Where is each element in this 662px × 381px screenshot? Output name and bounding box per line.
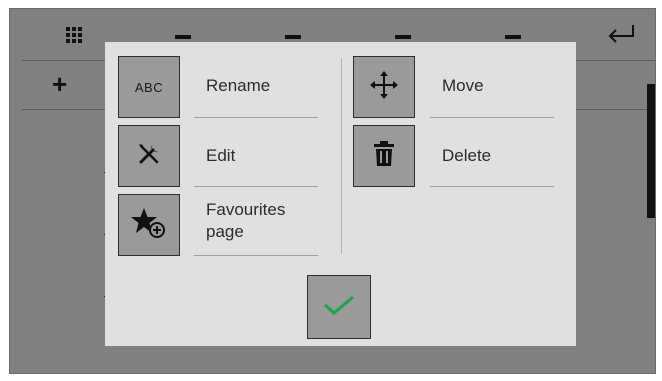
trash-icon xyxy=(373,140,395,172)
column-divider xyxy=(341,58,342,254)
favourites-page-button[interactable] xyxy=(118,194,180,256)
confirm-button[interactable] xyxy=(307,275,371,339)
edit-underline xyxy=(194,186,318,187)
rename-button[interactable]: ABC xyxy=(118,56,180,118)
scrollbar[interactable] xyxy=(647,84,655,218)
checkmark-icon xyxy=(322,293,356,322)
rename-underline xyxy=(194,117,318,118)
screen: + ABC Rename Edit Favourites page Move D… xyxy=(0,0,662,381)
delete-button[interactable] xyxy=(353,125,415,187)
grid-icon[interactable] xyxy=(66,27,82,43)
edit-button[interactable] xyxy=(118,125,180,187)
delete-label: Delete xyxy=(442,146,492,165)
move-underline xyxy=(430,117,554,118)
toolbar-slot-1[interactable] xyxy=(175,35,191,39)
delete-underline xyxy=(430,186,554,187)
return-icon[interactable] xyxy=(606,23,636,45)
toolbar-slot-2[interactable] xyxy=(285,35,301,39)
toolbar-slot-3[interactable] xyxy=(395,35,411,39)
rename-label: Rename xyxy=(206,76,271,95)
abc-text-icon: ABC xyxy=(134,79,164,95)
move-label: Move xyxy=(442,76,484,95)
favourites-underline xyxy=(194,255,318,256)
actions-dialog: ABC Rename Edit Favourites page Move Del… xyxy=(105,42,576,346)
move-button[interactable] xyxy=(353,56,415,118)
tools-icon xyxy=(136,141,162,172)
toolbar-slot-4[interactable] xyxy=(505,35,521,39)
star-add-icon xyxy=(131,207,167,244)
favourites-page-label: Favourites page xyxy=(206,200,286,241)
move-arrows-icon xyxy=(370,70,398,104)
add-icon[interactable]: + xyxy=(52,71,67,97)
edit-label: Edit xyxy=(206,146,236,165)
